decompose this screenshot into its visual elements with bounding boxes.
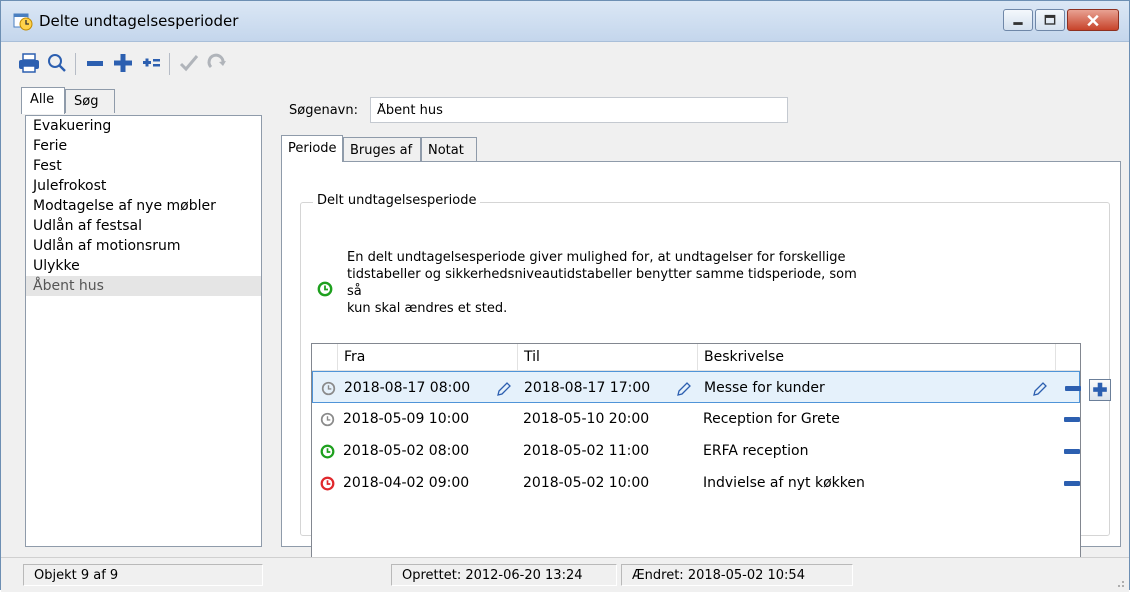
tab-soeg[interactable]: Søg (65, 89, 115, 113)
refresh-icon[interactable] (205, 51, 229, 75)
tab-notat[interactable]: Notat (421, 137, 477, 161)
status-object-count: Objekt 9 af 9 (23, 564, 263, 586)
shared-period-group: Delt undtagelsesperiode En delt undtagel… (300, 193, 1111, 573)
cell-fra[interactable]: 2018-08-17 08:00 (344, 372, 470, 404)
edit-pencil-icon[interactable] (675, 380, 693, 398)
cell-fra[interactable]: 2018-05-02 08:00 (343, 435, 469, 467)
list-item[interactable]: Ulykke (26, 256, 261, 276)
list-item[interactable]: Modtagelse af nye møbler (26, 196, 261, 216)
remove-row-icon[interactable] (1065, 386, 1081, 391)
remove-row-icon[interactable] (1064, 449, 1080, 454)
red-clock-icon (320, 476, 335, 491)
title-bar[interactable]: Delte undtagelsesperioder (1, 1, 1129, 42)
period-grid[interactable]: Fra Til Beskrivelse 2018-08-17 08:00 201… (311, 343, 1081, 573)
period-list[interactable]: Evakuering Ferie Fest Julefrokost Modtag… (25, 115, 262, 547)
cell-fra[interactable]: 2018-04-02 09:00 (343, 467, 469, 499)
grey-clock-icon (320, 412, 335, 427)
grid-header: Fra Til Beskrivelse (312, 344, 1080, 371)
cell-beskrivelse[interactable]: Indvielse af nyt køkken (703, 467, 865, 499)
add-multiple-icon[interactable] (139, 51, 163, 75)
cell-til[interactable]: 2018-05-10 20:00 (523, 403, 649, 435)
tab-periode[interactable]: Periode (281, 135, 343, 162)
list-item-selected[interactable]: Åbent hus (26, 276, 261, 296)
list-item[interactable]: Fest (26, 156, 261, 176)
remove-row-icon[interactable] (1064, 481, 1080, 486)
header-beskrivelse[interactable]: Beskrivelse (698, 344, 1056, 370)
add-icon (1093, 382, 1107, 397)
grey-clock-icon (321, 381, 336, 396)
app-window: Delte undtagelsesperioder Alle Søg Evaku… (0, 0, 1130, 592)
cell-til[interactable]: 2018-05-02 10:00 (523, 467, 649, 499)
close-icon (1087, 14, 1099, 27)
toolbar-separator (169, 53, 170, 75)
toolbar (11, 43, 273, 83)
header-fra[interactable]: Fra (338, 344, 518, 370)
remove-icon[interactable] (83, 51, 107, 75)
header-til[interactable]: Til (518, 344, 698, 370)
group-title: Delt undtagelsesperiode (313, 193, 481, 208)
tab-bruges-af[interactable]: Bruges af (343, 137, 421, 161)
cell-beskrivelse[interactable]: Messe for kunder (704, 372, 825, 404)
list-item[interactable]: Udlån af festsal (26, 216, 261, 236)
green-clock-icon (317, 281, 333, 297)
edit-pencil-icon[interactable] (495, 380, 513, 398)
header-status-column (312, 344, 338, 370)
status-modified: Ændret: 2018-05-02 10:54 (621, 564, 853, 586)
list-item[interactable]: Evakuering (26, 116, 261, 136)
cell-beskrivelse[interactable]: Reception for Grete (703, 403, 840, 435)
info-line: tidstabeller og sikkerhedsniveautidstabe… (347, 267, 857, 299)
table-row[interactable]: 2018-04-02 09:00 2018-05-02 10:00 Indvie… (312, 467, 1080, 499)
table-row-selected[interactable]: 2018-08-17 08:00 2018-08-17 17:00 Messe … (312, 371, 1081, 404)
toolbar-separator (75, 53, 76, 75)
print-icon[interactable] (17, 51, 41, 75)
confirm-icon[interactable] (177, 51, 201, 75)
window-title: Delte undtagelsesperioder (39, 12, 239, 30)
list-item[interactable]: Ferie (26, 136, 261, 156)
clock-calendar-icon (13, 13, 33, 31)
cell-til[interactable]: 2018-08-17 17:00 (524, 372, 650, 404)
info-line: En delt undtagelsesperiode giver mulighe… (347, 250, 846, 265)
resize-grip-icon[interactable] (1113, 576, 1125, 588)
minimize-icon (1013, 22, 1023, 25)
cell-til[interactable]: 2018-05-02 11:00 (523, 435, 649, 467)
close-button[interactable] (1067, 9, 1119, 31)
add-row-button[interactable] (1089, 379, 1111, 401)
cell-beskrivelse[interactable]: ERFA reception (703, 435, 808, 467)
tab-alle[interactable]: Alle (21, 87, 65, 114)
detail-panel: Søgenavn: Periode Bruges af Notat Delt u… (273, 89, 1121, 573)
info-line: kun skal ændres et sted. (347, 301, 508, 316)
status-created: Oprettet: 2012-06-20 13:24 (391, 564, 617, 586)
search-name-label: Søgenavn: (289, 103, 358, 118)
table-row[interactable]: 2018-05-02 08:00 2018-05-02 11:00 ERFA r… (312, 435, 1080, 467)
cell-fra[interactable]: 2018-05-09 10:00 (343, 403, 469, 435)
remove-row-icon[interactable] (1064, 417, 1080, 422)
info-text: En delt undtagelsesperiode giver mulighe… (347, 249, 867, 317)
search-icon[interactable] (45, 51, 69, 75)
list-item[interactable]: Udlån af motionsrum (26, 236, 261, 256)
table-row[interactable]: 2018-05-09 10:00 2018-05-10 20:00 Recept… (312, 403, 1080, 435)
list-item[interactable]: Julefrokost (26, 176, 261, 196)
periode-tab-page: Delt undtagelsesperiode En delt undtagel… (281, 161, 1121, 573)
maximize-icon (1044, 14, 1056, 25)
status-bar: Objekt 9 af 9 Oprettet: 2012-06-20 13:24… (1, 557, 1129, 592)
green-clock-icon (320, 444, 335, 459)
search-name-input[interactable] (370, 97, 788, 123)
edit-pencil-icon[interactable] (1031, 380, 1049, 398)
maximize-button[interactable] (1035, 9, 1065, 31)
minimize-button[interactable] (1003, 9, 1033, 31)
add-icon[interactable] (111, 51, 135, 75)
